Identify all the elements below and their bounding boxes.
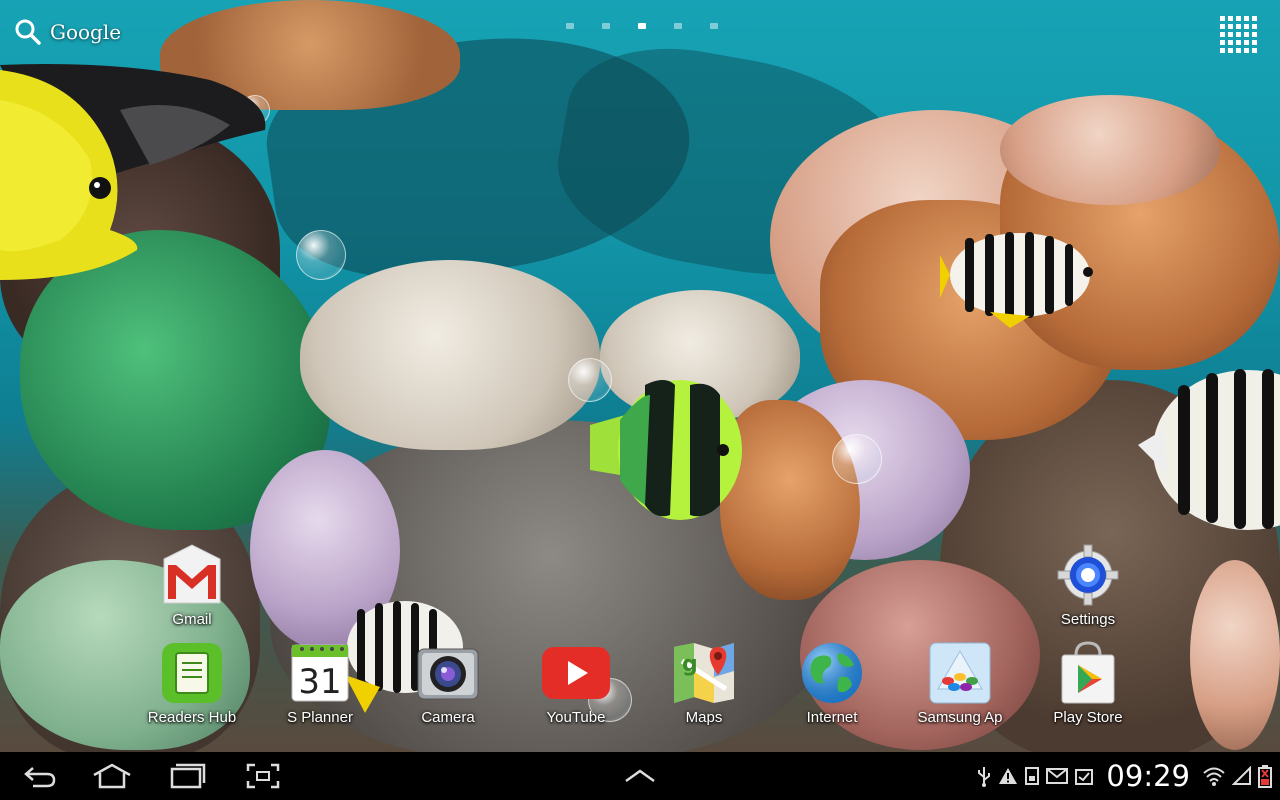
app-label: YouTube bbox=[546, 709, 606, 726]
page-dot bbox=[674, 23, 682, 29]
app-maps[interactable]: g Maps bbox=[644, 641, 764, 726]
readers-hub-icon bbox=[160, 641, 224, 705]
gmail-notification-icon bbox=[1046, 768, 1069, 784]
page-dot bbox=[602, 23, 610, 29]
mini-apps-tray-button[interactable] bbox=[622, 760, 658, 792]
green-striped-fish bbox=[590, 380, 742, 520]
app-camera[interactable]: Camera bbox=[388, 641, 508, 726]
app-label: Internet bbox=[806, 709, 858, 726]
storage-icon bbox=[1025, 767, 1040, 785]
app-label: Samsung Ap bbox=[917, 709, 1003, 726]
task-check-icon bbox=[1075, 769, 1094, 785]
app-play-store[interactable]: Play Store bbox=[1028, 641, 1148, 726]
camera-icon bbox=[416, 641, 480, 705]
youtube-icon bbox=[542, 641, 610, 705]
app-readers-hub[interactable]: Readers Hub bbox=[132, 641, 252, 726]
screenshot-button[interactable] bbox=[246, 760, 280, 792]
app-label: Settings bbox=[1060, 611, 1116, 628]
maps-icon: g bbox=[672, 641, 736, 705]
back-icon bbox=[24, 767, 56, 788]
app-internet[interactable]: Internet bbox=[772, 641, 892, 726]
app-settings[interactable]: Settings bbox=[1028, 543, 1148, 628]
app-gmail[interactable]: Gmail bbox=[132, 543, 252, 628]
calendar-icon: 31 bbox=[288, 641, 352, 705]
play-store-icon bbox=[1056, 641, 1120, 705]
app-label: Gmail bbox=[172, 611, 212, 628]
page-dot bbox=[710, 23, 718, 29]
wifi-icon bbox=[1203, 767, 1225, 786]
app-label: S Planner bbox=[287, 709, 353, 726]
app-label: Play Store bbox=[1053, 709, 1123, 726]
aquarium-wallpaper bbox=[0, 0, 1280, 752]
app-youtube[interactable]: YouTube bbox=[516, 641, 636, 726]
home-button[interactable] bbox=[92, 760, 132, 792]
battery-icon bbox=[1258, 765, 1272, 788]
app-samsung-apps[interactable]: Samsung Ap bbox=[900, 641, 1020, 726]
page-dot-active bbox=[638, 23, 646, 29]
zebra-fish bbox=[940, 232, 1093, 328]
zebra-fish-large bbox=[1138, 369, 1280, 530]
warning-icon bbox=[999, 768, 1018, 784]
app-label: Maps bbox=[685, 709, 723, 726]
settings-gear-icon bbox=[1056, 543, 1120, 607]
svg-text:g: g bbox=[682, 652, 698, 677]
signal-icon bbox=[1232, 766, 1251, 785]
app-label: Readers Hub bbox=[147, 709, 237, 726]
home-page-indicator bbox=[566, 23, 718, 29]
app-s-planner[interactable]: 31 S Planner bbox=[260, 641, 380, 726]
system-nav-bar: 09:29 bbox=[0, 752, 1280, 800]
gmail-icon bbox=[160, 543, 224, 607]
samsung-apps-icon bbox=[928, 641, 992, 705]
search-label: Google bbox=[50, 20, 122, 44]
usb-icon bbox=[978, 767, 991, 787]
back-button[interactable] bbox=[22, 760, 58, 792]
recent-apps-button[interactable] bbox=[170, 760, 206, 792]
recent-apps-icon bbox=[170, 763, 206, 789]
yellow-tang-fish bbox=[0, 64, 266, 280]
search-icon bbox=[15, 19, 41, 45]
google-search-widget[interactable]: Google bbox=[14, 18, 121, 46]
app-label: Camera bbox=[421, 709, 475, 726]
home-icon bbox=[93, 763, 131, 789]
page-dot bbox=[566, 23, 574, 29]
apps-grid-icon[interactable] bbox=[1220, 16, 1258, 54]
status-area[interactable]: 09:29 bbox=[976, 759, 1272, 793]
screenshot-icon bbox=[246, 763, 280, 789]
globe-icon bbox=[800, 641, 864, 705]
status-clock: 09:29 bbox=[1106, 759, 1190, 793]
chevron-up-icon bbox=[625, 769, 655, 783]
calendar-date: 31 bbox=[298, 662, 341, 702]
